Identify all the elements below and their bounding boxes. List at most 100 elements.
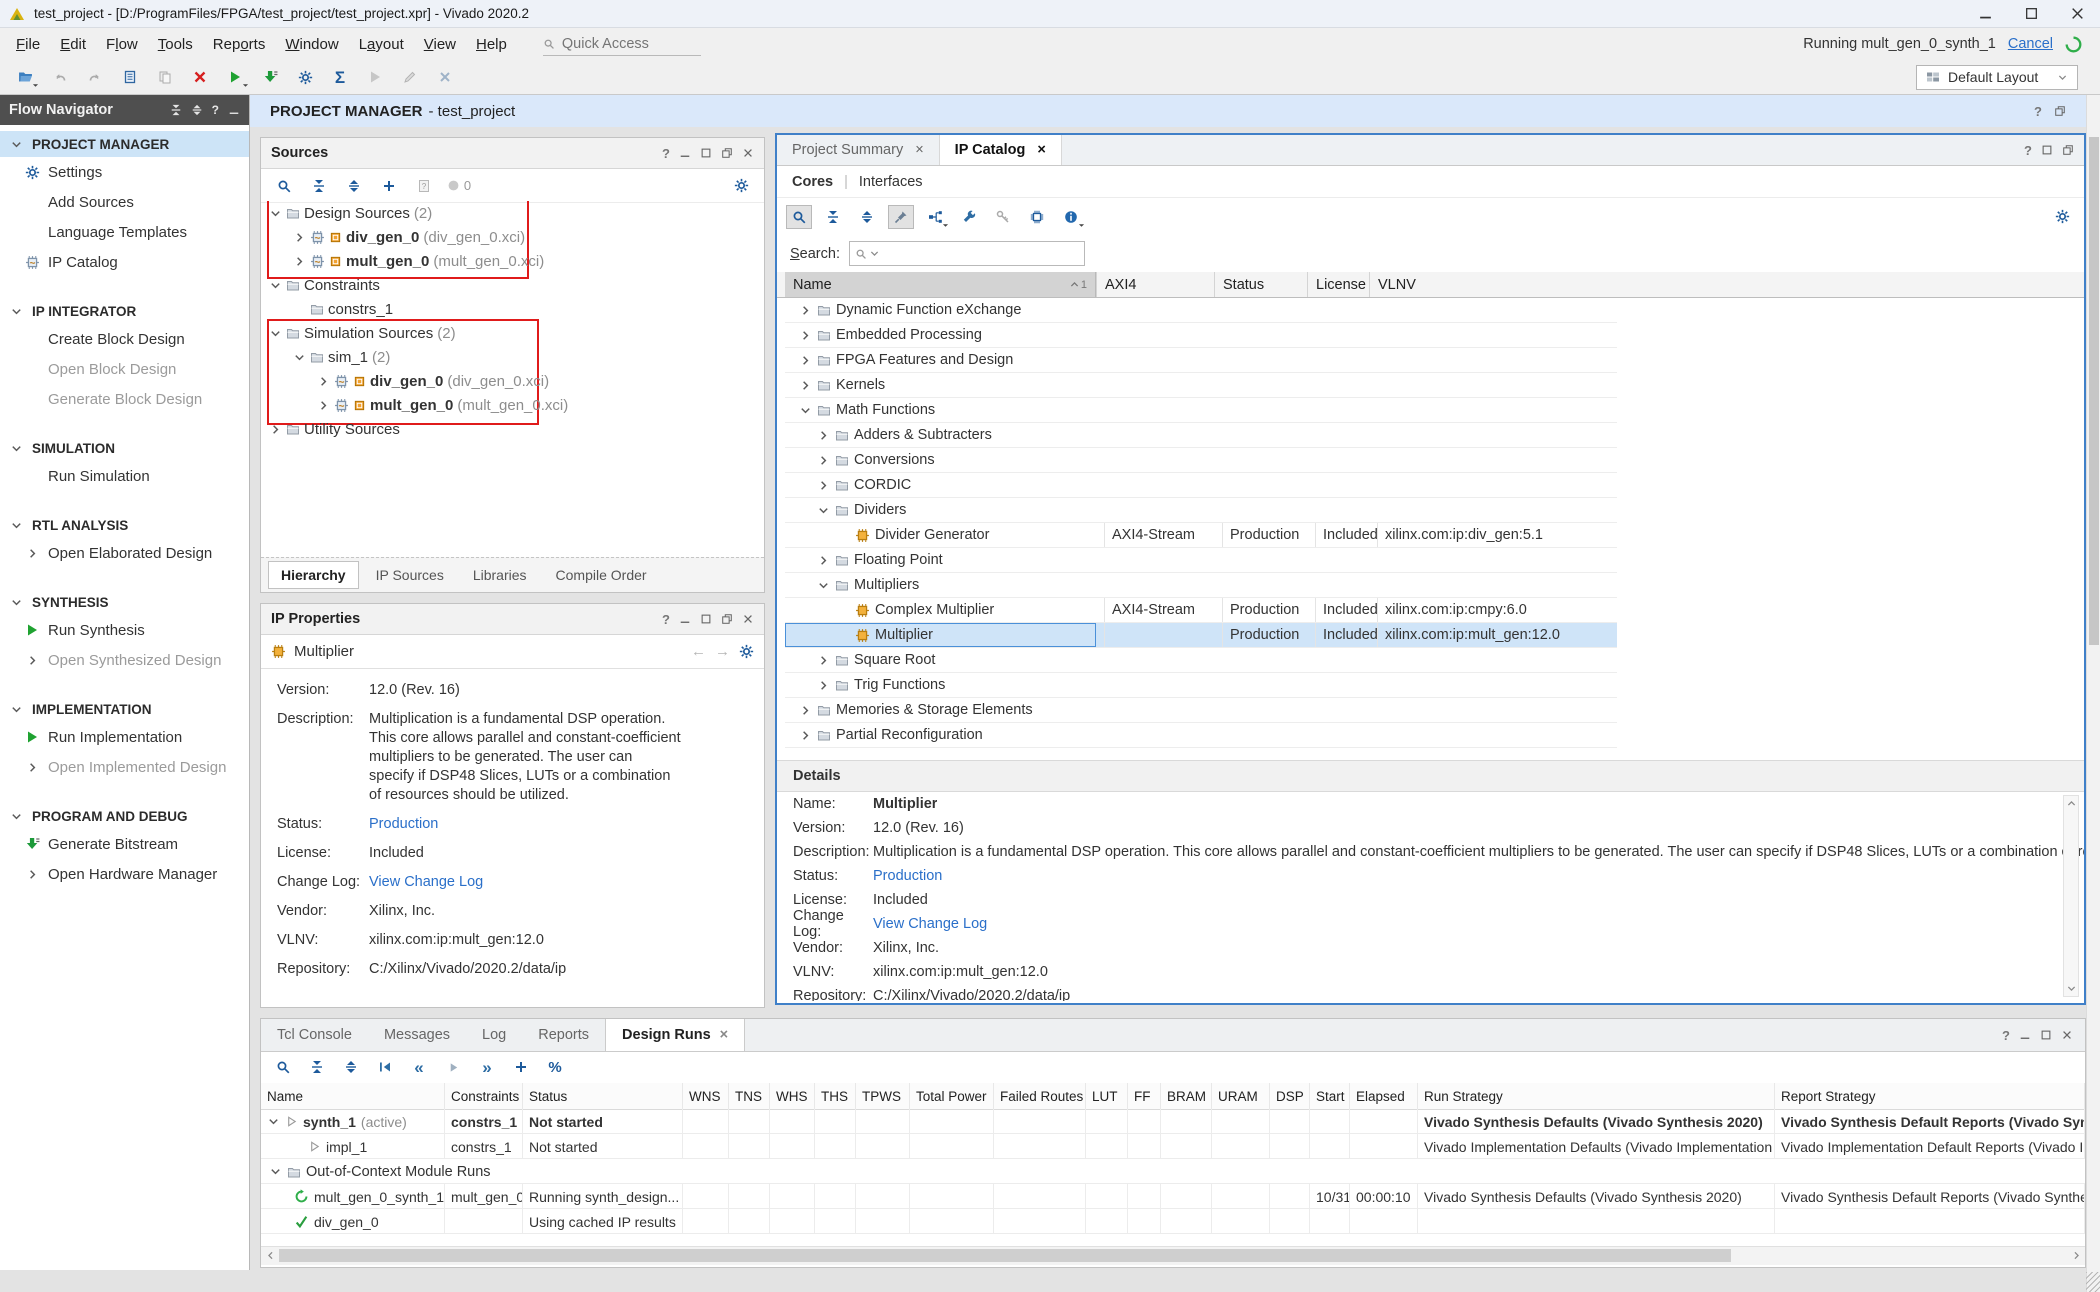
chevron-down-icon[interactable]	[267, 1115, 280, 1128]
catalog-row[interactable]: Dynamic Function eXchange	[785, 298, 1617, 323]
float-icon[interactable]	[2054, 105, 2066, 117]
sources-settings-button[interactable]	[728, 174, 754, 198]
column-header-run-strategy[interactable]: Run Strategy	[1418, 1083, 1775, 1109]
flow-item-language-templates[interactable]: Language Templates	[0, 217, 249, 247]
flow-item-generate-bitstream[interactable]: Generate Bitstream	[0, 829, 249, 859]
tree-row[interactable]: sim_1 (2)	[261, 345, 764, 369]
catalog-row[interactable]: Square Root	[785, 648, 1617, 673]
tab-design-runs[interactable]: Design Runs×	[605, 1019, 745, 1051]
catalog-row[interactable]: Math Functions	[785, 398, 1617, 423]
chevron-right-icon[interactable]	[269, 423, 282, 436]
scrollbar-thumb[interactable]	[279, 1249, 1731, 1262]
chevron-right-icon[interactable]	[817, 479, 830, 492]
maximize-icon[interactable]	[2041, 144, 2053, 156]
column-header-name[interactable]: Name	[261, 1083, 445, 1109]
tab-libraries[interactable]: Libraries	[461, 562, 539, 588]
catalog-pin-button[interactable]	[888, 205, 914, 229]
runs-percent-button[interactable]: %	[542, 1055, 568, 1079]
tab-log[interactable]: Log	[466, 1019, 522, 1051]
minimize-icon[interactable]	[2019, 1029, 2031, 1041]
close-tab-icon[interactable]: ×	[1037, 142, 1045, 158]
menu-tools[interactable]: Tools	[148, 31, 203, 58]
catalog-row[interactable]: Memories & Storage Elements	[785, 698, 1617, 723]
view-interfaces[interactable]: Interfaces	[859, 174, 923, 190]
menu-view[interactable]: View	[414, 31, 466, 58]
column-header-axi4[interactable]: AXI4	[1096, 272, 1214, 297]
chevron-down-s-icon[interactable]	[2066, 983, 2077, 994]
catalog-row[interactable]: Complex MultiplierAXI4-StreamProductionI…	[785, 598, 1617, 623]
chevron-right-icon[interactable]	[799, 704, 812, 717]
menu-layout[interactable]: Layout	[349, 31, 414, 58]
menu-flow[interactable]: Flow	[96, 31, 148, 58]
column-header-total-power[interactable]: Total Power	[910, 1083, 994, 1109]
catalog-search-input[interactable]	[849, 241, 1085, 266]
flow-section-header[interactable]: RTL ANALYSIS	[0, 512, 249, 538]
runs-nav-first-button[interactable]	[372, 1055, 398, 1079]
catalog-info-button[interactable]	[1058, 205, 1084, 229]
maximize-icon[interactable]	[2040, 1029, 2052, 1041]
undo-button[interactable]	[45, 64, 75, 90]
horizontal-scrollbar[interactable]	[261, 1246, 2085, 1265]
catalog-settings-button[interactable]	[2049, 205, 2075, 229]
chevron-down-icon[interactable]	[817, 579, 830, 592]
column-header-vlnv[interactable]: VLNV	[1369, 272, 1617, 297]
menu-edit[interactable]: Edit	[50, 31, 96, 58]
chevron-right-icon[interactable]	[317, 399, 330, 412]
chevron-right-icon[interactable]	[799, 304, 812, 317]
chevron-right-icon[interactable]	[817, 679, 830, 692]
window-close-button[interactable]	[2054, 0, 2100, 27]
flow-section-header[interactable]: IMPLEMENTATION	[0, 696, 249, 722]
resize-grip[interactable]	[2086, 1272, 2100, 1292]
minimize-icon[interactable]	[679, 147, 691, 159]
chevron-right-icon[interactable]	[293, 231, 306, 244]
close-icon[interactable]	[2061, 1029, 2073, 1041]
flow-item-open-hardware-manager[interactable]: Open Hardware Manager	[0, 859, 249, 889]
column-header-status[interactable]: Status	[1214, 272, 1307, 297]
column-header-status[interactable]: Status	[523, 1083, 683, 1109]
flow-item-open-elaborated-design[interactable]: Open Elaborated Design	[0, 538, 249, 568]
tab-ip-sources[interactable]: IP Sources	[364, 562, 456, 588]
tree-row[interactable]: div_gen_0 (div_gen_0.xci)	[261, 225, 764, 249]
catalog-row[interactable]: Multipliers	[785, 573, 1617, 598]
column-header-tpws[interactable]: TPWS	[856, 1083, 910, 1109]
column-header-whs[interactable]: WHS	[770, 1083, 815, 1109]
column-header-report-strategy[interactable]: Report Strategy	[1775, 1083, 2085, 1109]
tree-row[interactable]: Design Sources (2)	[261, 201, 764, 225]
runs-nav-next-button[interactable]: »	[474, 1055, 500, 1079]
vertical-scrollbar[interactable]	[2086, 95, 2100, 1292]
chevron-right-icon[interactable]	[317, 375, 330, 388]
float-icon[interactable]	[721, 613, 733, 625]
settings-icon[interactable]	[739, 644, 754, 659]
copy-button[interactable]	[150, 64, 180, 90]
back-arrow-icon[interactable]: ←	[691, 644, 706, 659]
window-maximize-button[interactable]	[2008, 0, 2054, 27]
run-disabled-button[interactable]	[360, 64, 390, 90]
close-tab-icon[interactable]: ×	[915, 142, 923, 158]
question-icon[interactable]: ?	[2024, 144, 2032, 157]
flow-item-create-block-design[interactable]: Create Block Design	[0, 324, 249, 354]
chevron-right-icon[interactable]	[799, 354, 812, 367]
scroll-left-arrow[interactable]	[261, 1247, 279, 1264]
tree-row[interactable]: mult_gen_0 (mult_gen_0.xci)	[261, 393, 764, 417]
settings-button[interactable]	[290, 64, 320, 90]
flow-item-settings[interactable]: Settings	[0, 157, 249, 187]
run-row[interactable]: div_gen_0Using cached IP results	[261, 1209, 2085, 1234]
tree-row[interactable]: Simulation Sources (2)	[261, 321, 764, 345]
tree-row[interactable]: div_gen_0 (div_gen_0.xci)	[261, 369, 764, 393]
sources-collapse-button[interactable]	[306, 174, 332, 198]
column-header-start[interactable]: Start	[1310, 1083, 1350, 1109]
catalog-row[interactable]: Divider GeneratorAXI4-StreamProductionIn…	[785, 523, 1617, 548]
flow-item-run-simulation[interactable]: Run Simulation	[0, 461, 249, 491]
column-header-bram[interactable]: BRAM	[1161, 1083, 1212, 1109]
chevron-down-icon[interactable]	[799, 404, 812, 417]
catalog-row[interactable]: Floating Point	[785, 548, 1617, 573]
delete-button[interactable]	[185, 64, 215, 90]
catalog-key-button[interactable]	[990, 205, 1016, 229]
menu-help[interactable]: Help	[466, 31, 517, 58]
catalog-row[interactable]: Partial Reconfiguration	[785, 723, 1617, 748]
column-header-wns[interactable]: WNS	[683, 1083, 729, 1109]
column-header-failed-routes[interactable]: Failed Routes	[994, 1083, 1086, 1109]
float-icon[interactable]	[721, 147, 733, 159]
tab-compile-order[interactable]: Compile Order	[544, 562, 659, 588]
question-icon[interactable]: ?	[2002, 1029, 2010, 1042]
